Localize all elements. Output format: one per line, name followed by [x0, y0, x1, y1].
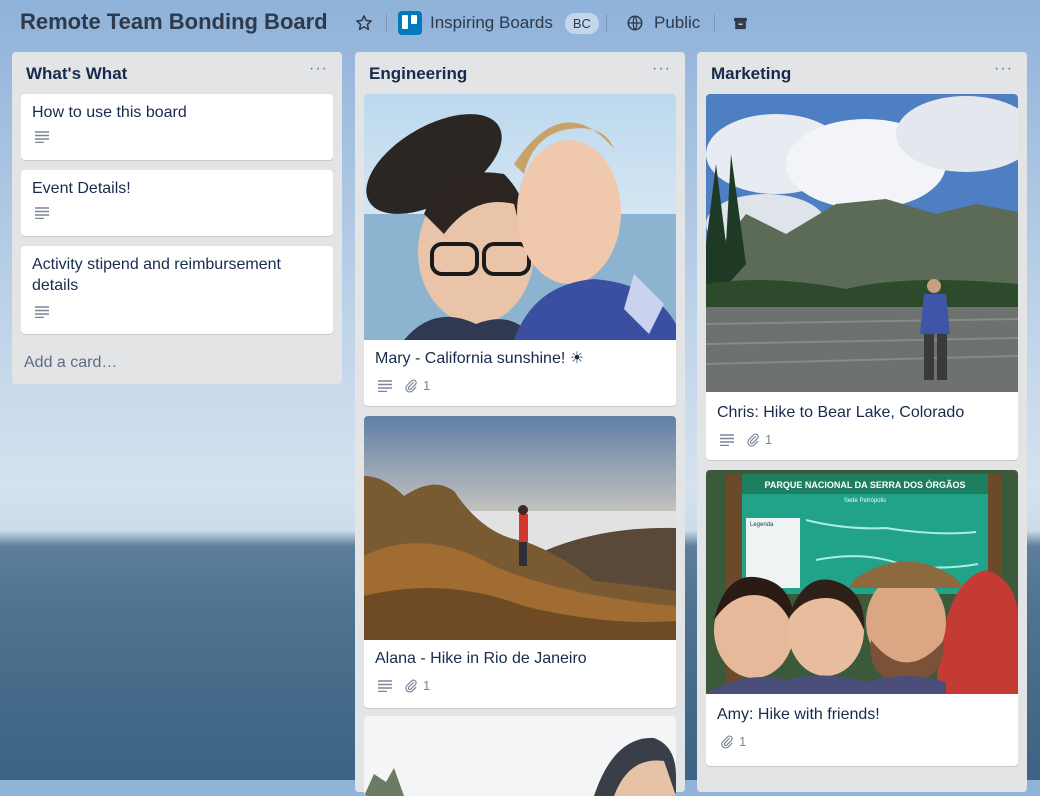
archive-icon [733, 17, 747, 29]
sign-title: PARQUE NACIONAL DA SERRA DOS ÓRGÃOS [764, 479, 965, 490]
list-title[interactable]: Marketing [711, 64, 791, 84]
card[interactable]: PARQUE NACIONAL DA SERRA DOS ÓRGÃOS Sede… [706, 470, 1018, 766]
list-marketing: Marketing ··· Chris: Hike to Bear Lake, … [697, 52, 1027, 792]
star-icon [356, 15, 372, 31]
list-engineering: Engineering ··· Mary - California sunshi… [355, 52, 685, 796]
list-header: Engineering ··· [355, 52, 685, 92]
paperclip-icon [405, 378, 417, 393]
card[interactable]: How to use this board [21, 94, 333, 160]
trello-logo-icon [398, 11, 422, 35]
attachment-count: 1 [739, 734, 747, 749]
card-title: Event Details! [32, 180, 131, 197]
header-divider [606, 14, 607, 32]
attachment-badge: 1 [746, 432, 772, 447]
card[interactable]: Activity stipend and reimbursement detai… [21, 246, 333, 334]
list-menu-button[interactable]: ··· [652, 60, 671, 78]
card-badges [35, 131, 49, 143]
description-icon [720, 433, 734, 446]
card-cover-image: PARQUE NACIONAL DA SERRA DOS ÓRGÃOS Sede… [706, 470, 1018, 694]
card-badges [35, 207, 49, 219]
card-title: Chris: Hike to Bear Lake, Colorado [717, 404, 965, 421]
globe-icon [627, 15, 643, 31]
archive-button[interactable] [730, 8, 750, 38]
star-button[interactable] [352, 8, 376, 38]
attachment-badge: 1 [720, 734, 746, 749]
card-badges [35, 306, 49, 318]
visibility-label: Public [654, 13, 701, 32]
card-title: How to use this board [32, 104, 187, 121]
header-divider [386, 14, 387, 32]
attachment-count: 1 [765, 432, 773, 447]
card-title: Mary - California sunshine! ☀ [375, 350, 585, 367]
card-cover-image [364, 716, 676, 796]
team-button[interactable]: Inspiring Boards BC [398, 8, 599, 38]
card-cover-image [364, 94, 676, 340]
card-title: Amy: Hike with friends! [717, 706, 880, 723]
card-cover-image [364, 416, 676, 640]
card[interactable] [364, 716, 676, 796]
card[interactable]: Chris: Hike to Bear Lake, Colorado 1 [706, 94, 1018, 460]
description-icon [378, 379, 392, 392]
card-badges: 1 [720, 432, 772, 447]
attachment-count: 1 [423, 678, 431, 693]
description-icon [35, 207, 49, 219]
sign-legend: Legenda [750, 522, 774, 528]
paperclip-icon [721, 734, 733, 749]
list-title[interactable]: Engineering [369, 64, 467, 84]
card-badges: 1 [378, 678, 430, 693]
team-badge: BC [564, 12, 599, 34]
list-menu-button[interactable]: ··· [309, 60, 328, 78]
list-header: What's What ··· [12, 52, 342, 92]
paperclip-icon [405, 678, 417, 693]
card-cover-image [706, 94, 1018, 392]
card[interactable]: Event Details! [21, 170, 333, 236]
board-title[interactable]: Remote Team Bonding Board [20, 9, 328, 35]
card-badges: 1 [720, 734, 746, 749]
card[interactable]: Mary - California sunshine! ☀ 1 [364, 94, 676, 406]
card-title: Alana - Hike in Rio de Janeiro [375, 650, 587, 667]
sign-subtitle: Sede Petrópolis [844, 498, 886, 504]
header-divider [714, 14, 715, 32]
team-name: Inspiring Boards [430, 13, 553, 32]
card-title: Activity stipend and reimbursement detai… [32, 256, 281, 294]
list-menu-button[interactable]: ··· [994, 60, 1013, 78]
description-icon [378, 679, 392, 692]
board-header: Remote Team Bonding Board Inspiring Boar… [0, 0, 1040, 46]
card-badges: 1 [378, 378, 430, 393]
attachment-badge: 1 [404, 378, 430, 393]
attachment-badge: 1 [404, 678, 430, 693]
description-icon [35, 306, 49, 318]
description-icon [35, 131, 49, 143]
card[interactable]: Alana - Hike in Rio de Janeiro 1 [364, 416, 676, 708]
add-card-button[interactable]: Add a card… [24, 354, 117, 372]
attachment-count: 1 [423, 378, 431, 393]
list-header: Marketing ··· [697, 52, 1027, 92]
visibility-button[interactable]: Public [626, 8, 700, 38]
list-title[interactable]: What's What [26, 64, 127, 84]
paperclip-icon [747, 432, 759, 447]
list-whats-what: What's What ··· How to use this board Ev… [12, 52, 342, 384]
